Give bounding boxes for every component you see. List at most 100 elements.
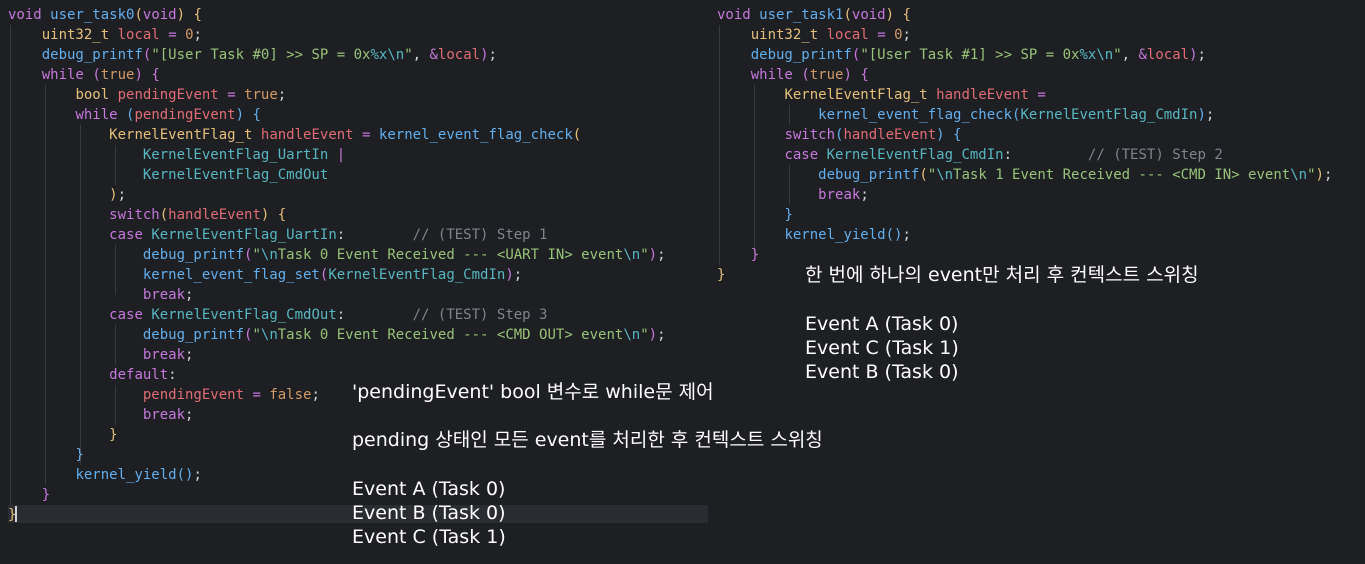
code-token: " (1113, 47, 1122, 63)
code-token: " (640, 247, 649, 263)
code-token: user_task0 (50, 7, 135, 23)
code-line: bool pendingEvent = true; (8, 85, 286, 105)
code-token: user_task1 (759, 7, 844, 23)
code-token: " (252, 327, 261, 343)
code-token: uint32_t (41, 27, 110, 43)
indent-guide (719, 25, 720, 265)
code-token: local (117, 27, 160, 43)
code-line: kernel_event_flag_check(KernelEventFlag_… (717, 105, 1214, 125)
code-token: case (109, 227, 143, 243)
code-token: ( (801, 67, 810, 83)
code-line: break; (717, 185, 869, 205)
code-token: false (269, 387, 312, 403)
code-token: : (168, 367, 177, 383)
code-token: : (336, 227, 413, 243)
code-token: , (412, 47, 430, 63)
code-token: 0 (894, 27, 903, 43)
code-token: pendingEvent (142, 387, 245, 403)
code-token: Task 0 Event Received --- <UART IN> even… (277, 247, 624, 263)
code-token: } (717, 267, 726, 283)
code-token: ; (193, 467, 202, 483)
code-token: KernelEventFlag_CmdOut (151, 307, 337, 323)
code-editor-right[interactable]: void user_task1(void) { uint32_t local =… (708, 0, 1365, 300)
code-token: \n (936, 167, 954, 183)
code-token: ; (1323, 167, 1333, 183)
code-line: ); (8, 185, 126, 205)
code-line: void user_task0(void) { (8, 5, 202, 25)
code-token: ) (134, 67, 143, 83)
code-line: kernel_yield(); (717, 225, 910, 245)
code-token: KernelEventFlag_CmdIn (826, 147, 1004, 163)
code-token: true (809, 67, 844, 83)
code-token: handleEvent (843, 127, 937, 143)
code-line: debug_printf("[User Task #1] >> SP = 0x%… (717, 45, 1206, 65)
code-token: ; (1205, 107, 1215, 123)
note-left-event-order: Event A (Task 0) Event B (Task 0) Event … (352, 478, 506, 548)
code-token: break (142, 347, 186, 363)
code-token: // (TEST) Step 2 (1087, 147, 1223, 163)
code-token: ) (1197, 107, 1206, 123)
code-token: pendingEvent (134, 107, 236, 123)
code-line: switch(handleEvent) { (8, 205, 286, 225)
code-token: } (784, 207, 793, 223)
code-token: // (TEST) Step 1 (412, 227, 548, 243)
code-token: ; (488, 47, 497, 63)
code-token: { (902, 7, 911, 23)
indent-guide (115, 145, 116, 185)
code-token: KernelEventFlag_CmdIn (328, 267, 506, 283)
code-token: debug_printf (142, 327, 245, 343)
code-token: local (437, 47, 481, 63)
code-token: KernelEventFlag_CmdOut (142, 167, 329, 183)
code-line: } (717, 245, 759, 265)
code-token: true (244, 87, 278, 103)
code-token: \n (260, 327, 278, 343)
code-token: { (860, 67, 869, 83)
code-line: case KernelEventFlag_CmdOut: // (TEST) S… (8, 305, 547, 325)
code-token: \n (1290, 167, 1308, 183)
code-token: ( (159, 207, 169, 223)
code-token: ; (185, 407, 194, 423)
code-line: kernel_event_flag_set(KernelEventFlag_Cm… (8, 265, 522, 285)
code-token: switch (109, 207, 160, 223)
code-token: pendingEvent (117, 87, 219, 103)
code-token: KernelEventFlag_CmdIn (1020, 107, 1198, 123)
code-token: , (1121, 47, 1139, 63)
code-line: void user_task1(void) { (717, 5, 911, 25)
code-token: Task 1 Event Received --- <CMD IN> event (953, 167, 1291, 183)
code-line: uint32_t local = 0; (8, 25, 202, 45)
code-token: debug_printf (142, 247, 245, 263)
code-token: ) (648, 247, 658, 263)
code-token: ; (117, 187, 127, 203)
code-token: uint32_t (750, 27, 819, 43)
code-token: ( (919, 167, 928, 183)
code-token: "[User Task #0] >> SP = 0x (151, 47, 371, 63)
code-token: void (142, 7, 177, 23)
indent-guide (789, 165, 790, 205)
